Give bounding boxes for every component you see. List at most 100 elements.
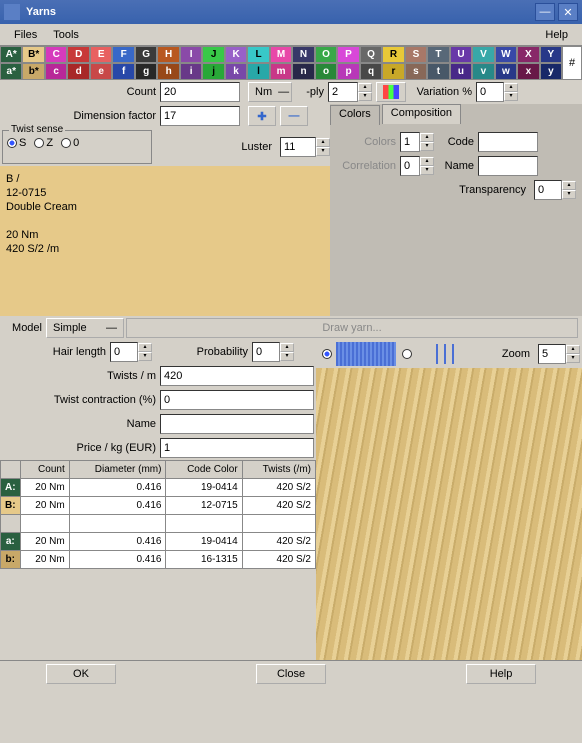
- palette-cell-l[interactable]: l: [247, 63, 269, 80]
- table-header: Twists (/m): [242, 461, 315, 479]
- palette-cell-J[interactable]: J: [202, 46, 224, 63]
- palette-cell-L[interactable]: L: [247, 46, 269, 63]
- code-input[interactable]: [478, 132, 538, 152]
- palette-cell-A*[interactable]: A*: [0, 46, 22, 63]
- palette-cell-w[interactable]: w: [495, 63, 517, 80]
- price-input[interactable]: [160, 438, 314, 458]
- variation-input[interactable]: [476, 82, 504, 102]
- count-input[interactable]: [160, 82, 240, 102]
- palette-cell-t[interactable]: t: [427, 63, 449, 80]
- palette-cell-h[interactable]: h: [157, 63, 179, 80]
- variation-spinner[interactable]: ▴▾: [504, 83, 518, 101]
- model-select[interactable]: Simple—: [46, 318, 124, 338]
- colors-count-spinner[interactable]: ▴▾: [420, 133, 434, 151]
- color-name-input[interactable]: [478, 156, 538, 176]
- contraction-input[interactable]: [160, 390, 314, 410]
- palette-cell-f[interactable]: f: [112, 63, 134, 80]
- name-input[interactable]: [160, 414, 314, 434]
- dimension-input[interactable]: [160, 106, 240, 126]
- palette-cell-G[interactable]: G: [135, 46, 157, 63]
- probability-spinner[interactable]: ▴▾: [280, 343, 294, 361]
- palette-cell-Y[interactable]: Y: [540, 46, 562, 63]
- palette-cell-b*[interactable]: b*: [22, 63, 44, 80]
- palette-cell-a*[interactable]: a*: [0, 63, 22, 80]
- palette-cell-E[interactable]: E: [90, 46, 112, 63]
- plus-button[interactable]: ✚: [248, 106, 276, 126]
- palette-cell-n[interactable]: n: [292, 63, 314, 80]
- help-button[interactable]: Help: [466, 664, 536, 684]
- palette-cell-u[interactable]: u: [450, 63, 472, 80]
- palette-cell-m[interactable]: m: [270, 63, 292, 80]
- hair-length-spinner[interactable]: ▴▾: [138, 343, 152, 361]
- palette-cell-q[interactable]: q: [360, 63, 382, 80]
- luster-spinner[interactable]: ▴▾: [316, 138, 330, 156]
- menu-help[interactable]: Help: [537, 27, 576, 43]
- palette-cell-r[interactable]: r: [382, 63, 404, 80]
- palette-hash-button[interactable]: #: [562, 46, 582, 80]
- palette-cell-U[interactable]: U: [450, 46, 472, 63]
- menu-tools[interactable]: Tools: [45, 27, 87, 43]
- palette-cell-x[interactable]: x: [517, 63, 539, 80]
- correlation-spinner[interactable]: ▴▾: [420, 157, 434, 175]
- palette-cell-d[interactable]: d: [67, 63, 89, 80]
- preview-radio-2[interactable]: [402, 349, 412, 359]
- palette-cell-O[interactable]: O: [315, 46, 337, 63]
- palette-cell-H[interactable]: H: [157, 46, 179, 63]
- palette-cell-T[interactable]: T: [427, 46, 449, 63]
- minimize-button[interactable]: —: [535, 3, 555, 21]
- minus-button[interactable]: —: [280, 106, 308, 126]
- zoom-spinner[interactable]: ▴▾: [566, 345, 580, 363]
- palette-cell-M[interactable]: M: [270, 46, 292, 63]
- draw-yarn-button[interactable]: Draw yarn...: [126, 318, 578, 338]
- correlation-input[interactable]: [400, 156, 420, 176]
- palette-cell-Q[interactable]: Q: [360, 46, 382, 63]
- zoom-input[interactable]: [538, 344, 566, 364]
- palette-cell-y[interactable]: y: [540, 63, 562, 80]
- close-button[interactable]: ✕: [558, 3, 578, 21]
- palette-cell-j[interactable]: j: [202, 63, 224, 80]
- palette-cell-c[interactable]: c: [45, 63, 67, 80]
- palette-cell-p[interactable]: p: [337, 63, 359, 80]
- transparency-input[interactable]: [534, 180, 562, 200]
- palette-cell-C[interactable]: C: [45, 46, 67, 63]
- colors-count-input[interactable]: [400, 132, 420, 152]
- ok-button[interactable]: OK: [46, 664, 116, 684]
- close-dialog-button[interactable]: Close: [256, 664, 326, 684]
- preview-radio-1[interactable]: [322, 349, 332, 359]
- palette-cell-N[interactable]: N: [292, 46, 314, 63]
- twist-s-radio[interactable]: [7, 138, 17, 148]
- palette-picker-button[interactable]: [376, 82, 406, 102]
- palette-cell-s[interactable]: s: [405, 63, 427, 80]
- palette-cell-R[interactable]: R: [382, 46, 404, 63]
- probability-input[interactable]: [252, 342, 280, 362]
- menu-files[interactable]: Files: [6, 27, 45, 43]
- palette-cell-B*[interactable]: B*: [22, 46, 44, 63]
- hair-length-input[interactable]: [110, 342, 138, 362]
- palette-cell-P[interactable]: P: [337, 46, 359, 63]
- ply-spinner[interactable]: ▴▾: [358, 83, 372, 101]
- palette-cell-e[interactable]: e: [90, 63, 112, 80]
- palette-cell-v[interactable]: v: [472, 63, 494, 80]
- palette-cell-F[interactable]: F: [112, 46, 134, 63]
- ply-input[interactable]: [328, 82, 358, 102]
- palette-cell-g[interactable]: g: [135, 63, 157, 80]
- palette-cell-V[interactable]: V: [472, 46, 494, 63]
- palette-cell-X[interactable]: X: [517, 46, 539, 63]
- twist-z-radio[interactable]: [34, 138, 44, 148]
- palette-cell-I[interactable]: I: [180, 46, 202, 63]
- luster-input[interactable]: [280, 137, 316, 157]
- unit-select[interactable]: Nm —: [248, 82, 292, 102]
- transparency-spinner[interactable]: ▴▾: [562, 181, 576, 199]
- palette-cell-i[interactable]: i: [180, 63, 202, 80]
- palette-cell-S[interactable]: S: [405, 46, 427, 63]
- palette-cell-o[interactable]: o: [315, 63, 337, 80]
- twists-m-input[interactable]: [160, 366, 314, 386]
- tab-colors[interactable]: Colors: [330, 105, 380, 125]
- tab-composition[interactable]: Composition: [382, 104, 461, 124]
- twist-0-radio[interactable]: [61, 138, 71, 148]
- palette-cell-W[interactable]: W: [495, 46, 517, 63]
- table-cell: 20 Nm: [20, 551, 69, 569]
- palette-cell-K[interactable]: K: [225, 46, 247, 63]
- palette-cell-D[interactable]: D: [67, 46, 89, 63]
- palette-cell-k[interactable]: k: [225, 63, 247, 80]
